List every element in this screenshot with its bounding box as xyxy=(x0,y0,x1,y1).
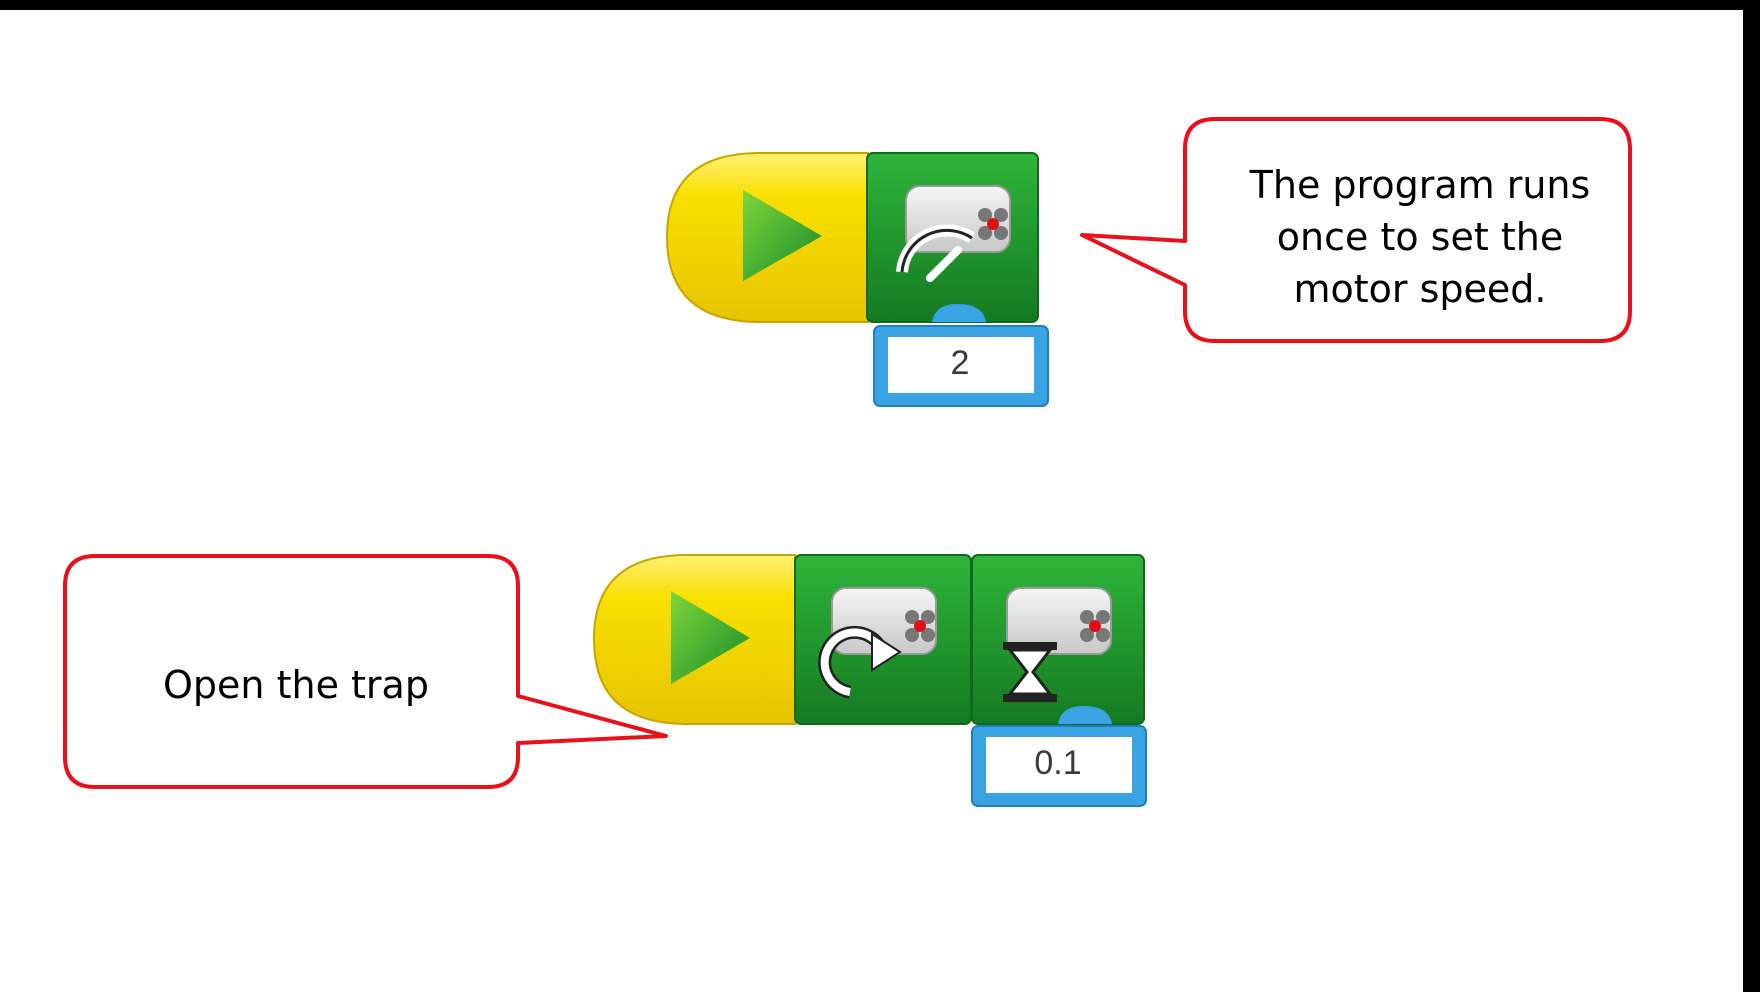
motor-power-block[interactable] xyxy=(866,152,1039,323)
motor-on-for-block[interactable] xyxy=(971,554,1145,725)
speed-parameter-value[interactable]: 2 xyxy=(885,335,1035,391)
start-block-2[interactable] xyxy=(592,554,796,725)
canvas: The program runs once to set the motor s… xyxy=(0,10,1743,992)
start-block-1[interactable] xyxy=(665,152,869,323)
time-parameter-value[interactable]: 0.1 xyxy=(983,735,1133,791)
callout-bottom-text: Open the trap xyxy=(163,663,429,707)
callout-top-text: The program runs once to set the motor s… xyxy=(1190,122,1650,352)
callout-top-line-1: The program runs xyxy=(1249,163,1591,207)
callout-top-line-3: motor speed. xyxy=(1293,267,1547,311)
motor-direction-block[interactable] xyxy=(794,554,972,725)
callout-top-line-2: once to set the xyxy=(1276,215,1564,259)
